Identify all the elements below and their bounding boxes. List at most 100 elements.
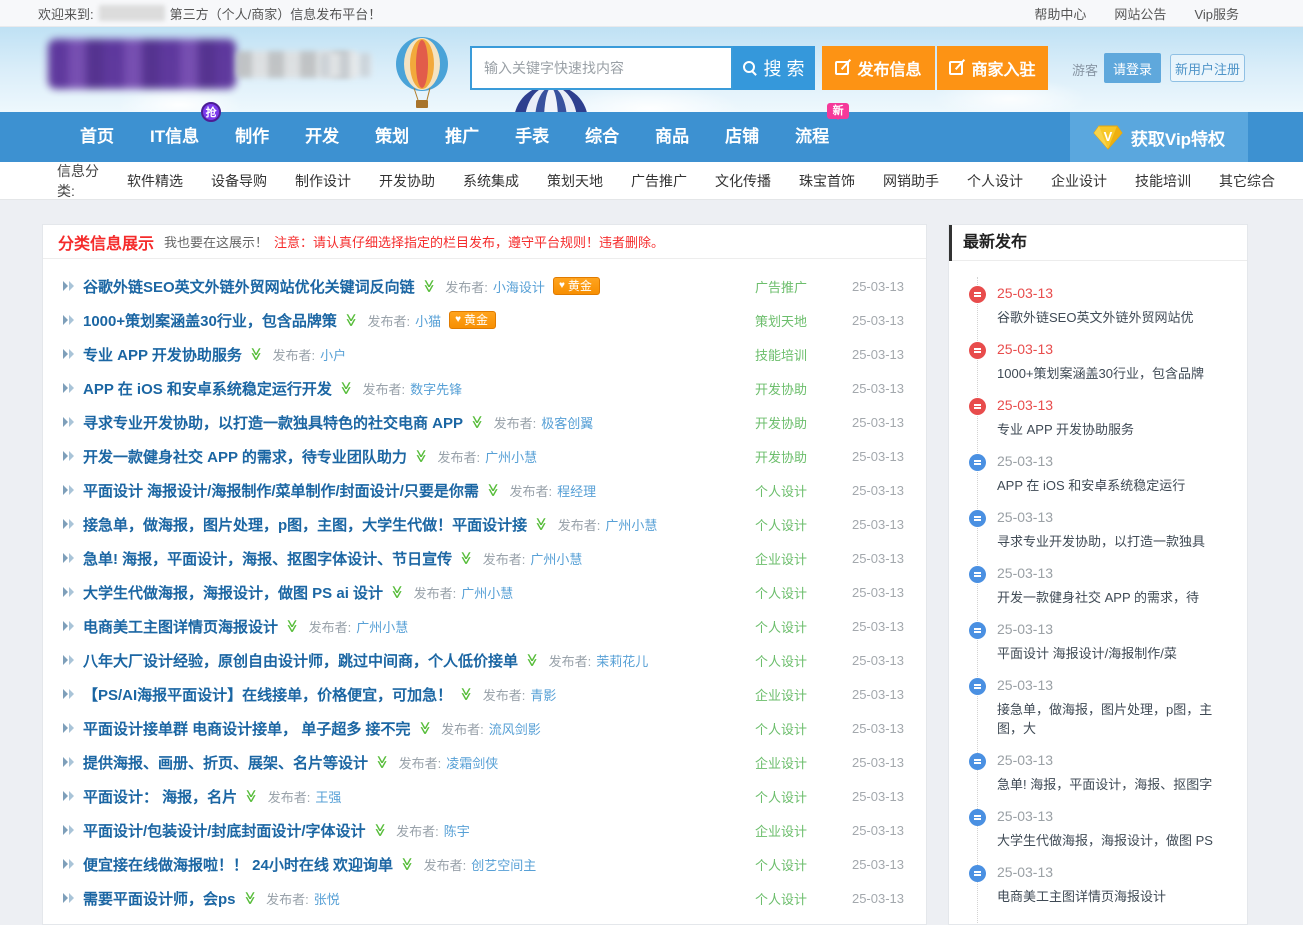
category-item[interactable]: 其它综合 <box>1219 171 1275 191</box>
publisher-name[interactable]: 茉莉花儿 <box>596 651 648 670</box>
post-category-link[interactable]: 个人设计 <box>741 651 821 670</box>
publisher-name[interactable]: 广州小慧 <box>461 583 513 602</box>
post-title[interactable]: 接急单，做海报，图片处理，p图，主图，大学生代做！平面设计接 <box>83 514 527 535</box>
chevron-down-icon[interactable]: ≫ <box>343 313 359 327</box>
category-item[interactable]: 文化传播 <box>715 171 771 191</box>
post-category-link[interactable]: 企业设计 <box>741 685 821 704</box>
category-item[interactable]: 网销助手 <box>883 171 939 191</box>
category-item[interactable]: 个人设计 <box>967 171 1023 191</box>
publisher-name[interactable]: 程经理 <box>557 481 596 500</box>
post-title[interactable]: 寻求专业开发协助，以打造一款独具特色的社交电商 APP <box>83 412 463 433</box>
chevron-down-icon[interactable]: ≫ <box>399 857 415 871</box>
latest-item[interactable]: 25-03-13APP 在 iOS 和安卓系统稳定运行 <box>949 453 1247 495</box>
publisher-name[interactable]: 张悦 <box>314 889 340 908</box>
chevron-down-icon[interactable]: ≫ <box>533 517 549 531</box>
publisher-name[interactable]: 广州小慧 <box>605 515 657 534</box>
latest-item[interactable]: 25-03-131000+策划案涵盖30行业，包含品牌 <box>949 341 1247 383</box>
publisher-name[interactable]: 小猫 <box>415 311 441 330</box>
publish-info-button[interactable]: 发布信息 <box>822 46 935 90</box>
post-title[interactable]: 开发一款健身社交 APP 的需求，待专业团队助力 <box>83 446 407 467</box>
vip-privilege-button[interactable]: V 获取Vip特权 <box>1070 112 1248 162</box>
post-category-link[interactable]: 广告推广 <box>741 277 821 296</box>
category-item[interactable]: 开发协助 <box>379 171 435 191</box>
post-title[interactable]: 八年大厂设计经验，原创自由设计师，跳过中间商，个人低价接单 <box>83 650 518 671</box>
category-item[interactable]: 设备导购 <box>211 171 267 191</box>
latest-item[interactable]: 25-03-13急单! 海报，平面设计，海报、抠图字 <box>949 752 1247 794</box>
publisher-name[interactable]: 凌霜剑侠 <box>446 753 498 772</box>
post-category-link[interactable]: 个人设计 <box>741 617 821 636</box>
post-category-link[interactable]: 企业设计 <box>741 753 821 772</box>
publisher-name[interactable]: 小海设计 <box>493 277 545 296</box>
post-title[interactable]: 谷歌外链SEO英文外链外贸网站优化关键词反向链 <box>83 276 415 297</box>
post-category-link[interactable]: 企业设计 <box>741 549 821 568</box>
site-logo[interactable] <box>48 37 378 95</box>
chevron-down-icon[interactable]: ≫ <box>416 721 432 735</box>
category-item[interactable]: 策划天地 <box>547 171 603 191</box>
post-category-link[interactable]: 开发协助 <box>741 447 821 466</box>
nav-item-手表[interactable]: 手表 <box>497 112 567 162</box>
post-category-link[interactable]: 个人设计 <box>741 583 821 602</box>
post-category-link[interactable]: 技能培训 <box>741 345 821 364</box>
latest-item[interactable]: 25-03-13电商美工主图详情页海报设计 <box>949 864 1247 906</box>
post-category-link[interactable]: 企业设计 <box>741 821 821 840</box>
latest-item[interactable]: 25-03-13谷歌外链SEO英文外链外贸网站优 <box>949 285 1247 327</box>
category-item[interactable]: 企业设计 <box>1051 171 1107 191</box>
post-title[interactable]: 大学生代做海报，海报设计，做图 PS ai 设计 <box>83 582 383 603</box>
category-item[interactable]: 系统集成 <box>463 171 519 191</box>
post-category-link[interactable]: 个人设计 <box>741 719 821 738</box>
post-category-link[interactable]: 策划天地 <box>741 311 821 330</box>
nav-item-店铺[interactable]: 店铺 <box>707 112 777 162</box>
login-button[interactable]: 请登录 <box>1104 53 1161 83</box>
chevron-down-icon[interactable]: ≫ <box>241 891 257 905</box>
chevron-down-icon[interactable]: ≫ <box>284 619 300 633</box>
publisher-name[interactable]: 数字先锋 <box>410 379 462 398</box>
search-button[interactable]: 搜 索 <box>733 46 815 90</box>
nav-item-商品[interactable]: 商品 <box>637 112 707 162</box>
publisher-name[interactable]: 小户 <box>320 345 346 364</box>
chevron-down-icon[interactable]: ≫ <box>338 381 354 395</box>
post-category-link[interactable]: 开发协助 <box>741 379 821 398</box>
chevron-down-icon[interactable]: ≫ <box>389 585 405 599</box>
chevron-down-icon[interactable]: ≫ <box>420 279 436 293</box>
chevron-down-icon[interactable]: ≫ <box>248 347 264 361</box>
publisher-name[interactable]: 广州小慧 <box>356 617 408 636</box>
post-title[interactable]: 平面设计： 海报，名片 <box>83 786 237 807</box>
post-category-link[interactable]: 个人设计 <box>741 889 821 908</box>
category-item[interactable]: 广告推广 <box>631 171 687 191</box>
search-input[interactable] <box>470 46 733 90</box>
post-title[interactable]: 急单! 海报，平面设计，海报、抠图字体设计、节日宣传 <box>83 548 452 569</box>
nav-item-IT信息[interactable]: IT信息抢 <box>132 112 217 162</box>
post-title[interactable]: 需要平面设计师，会ps <box>83 888 236 909</box>
post-category-link[interactable]: 个人设计 <box>741 855 821 874</box>
topbar-link-help[interactable]: 帮助中心 <box>1034 4 1086 23</box>
post-title[interactable]: 1000+策划案涵盖30行业，包含品牌策 <box>83 310 337 331</box>
chevron-down-icon[interactable]: ≫ <box>469 415 485 429</box>
publisher-name[interactable]: 青影 <box>530 685 556 704</box>
latest-item[interactable]: 25-03-13平面设计 海报设计/海报制作/菜 <box>949 621 1247 663</box>
category-item[interactable]: 制作设计 <box>295 171 351 191</box>
chevron-down-icon[interactable]: ≫ <box>458 687 474 701</box>
latest-item[interactable]: 25-03-13接急单，做海报，图片处理，p图，主图，大 <box>949 677 1247 738</box>
category-item[interactable]: 珠宝首饰 <box>799 171 855 191</box>
chevron-down-icon[interactable]: ≫ <box>371 823 387 837</box>
category-item[interactable]: 技能培训 <box>1135 171 1191 191</box>
register-button[interactable]: 新用户注册 <box>1170 54 1245 82</box>
post-title[interactable]: 【PS/AI海报平面设计】在线接单，价格便宜，可加急！ <box>83 684 452 705</box>
post-title[interactable]: 平面设计/包装设计/封底封面设计/字体设计 <box>83 820 366 841</box>
post-category-link[interactable]: 开发协助 <box>741 413 821 432</box>
publisher-name[interactable]: 极客创翼 <box>541 413 593 432</box>
chevron-down-icon[interactable]: ≫ <box>243 789 259 803</box>
chevron-down-icon[interactable]: ≫ <box>458 551 474 565</box>
publisher-name[interactable]: 创艺空间主 <box>471 855 536 874</box>
nav-item-策划[interactable]: 策划 <box>357 112 427 162</box>
post-title[interactable]: APP 在 iOS 和安卓系统稳定运行开发 <box>83 378 332 399</box>
publisher-name[interactable]: 陈宇 <box>444 821 470 840</box>
topbar-link-announcement[interactable]: 网站公告 <box>1114 4 1166 23</box>
post-title[interactable]: 平面设计接单群 电商设计接单， 单子超多 接不完 <box>83 718 411 739</box>
post-title[interactable]: 便宜接在线做海报啦！！ 24小时在线 欢迎询单 <box>83 854 393 875</box>
nav-item-综合[interactable]: 综合 <box>567 112 637 162</box>
post-category-link[interactable]: 个人设计 <box>741 515 821 534</box>
post-title[interactable]: 电商美工主图详情页海报设计 <box>83 616 278 637</box>
chevron-down-icon[interactable]: ≫ <box>524 653 540 667</box>
nav-item-流程[interactable]: 流程新 <box>777 112 847 162</box>
